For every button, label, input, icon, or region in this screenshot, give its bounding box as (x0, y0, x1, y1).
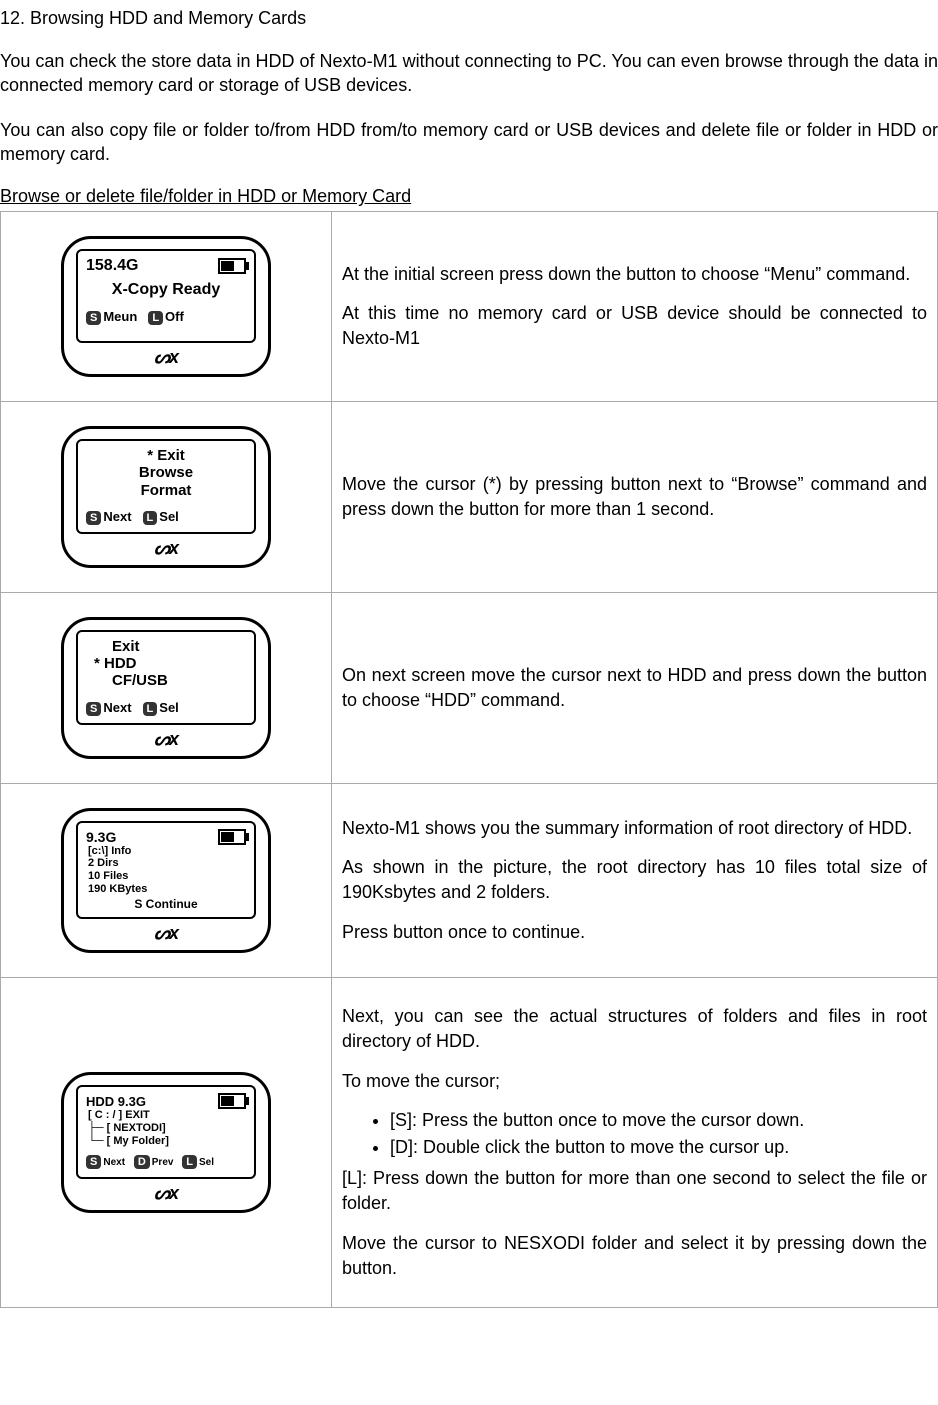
device-cell: 9.3G [c:\] Info 2 Dirs 10 Files 190 KByt… (1, 783, 332, 978)
table-row: HDD 9.3G [ C : / ] EXIT ├─ [ NEXTODI] └─… (1, 978, 938, 1308)
menu-item: Exit (94, 638, 246, 655)
s-badge: S (86, 702, 101, 716)
instruction-text: Move the cursor (*) by pressing button n… (342, 472, 927, 522)
d-badge: D (134, 1155, 150, 1169)
l-badge: L (143, 702, 158, 716)
instruction-cell: Nexto-M1 shows you the summary informati… (332, 783, 938, 978)
l-badge: L (182, 1155, 197, 1169)
table-row: Exit * HDD CF/USB SNext LSel ᔕx (1, 592, 938, 783)
device-screen: Exit * HDD CF/USB SNext LSel (76, 630, 256, 725)
device-screen: HDD 9.3G [ C : / ] EXIT ├─ [ NEXTODI] └─… (76, 1085, 256, 1179)
bullet-list: [S]: Press the button once to move the c… (342, 1108, 927, 1160)
d-badge-label: Prev (152, 1157, 174, 1168)
device-screen: * Exit Browse Format SNext LSel (76, 439, 256, 534)
device-frame: Exit * HDD CF/USB SNext LSel ᔕx (61, 617, 271, 759)
table-row: 9.3G [c:\] Info 2 Dirs 10 Files 190 KByt… (1, 783, 938, 978)
instruction-cell: Next, you can see the actual structures … (332, 978, 938, 1308)
menu-item: * Exit (86, 447, 246, 464)
table-row: * Exit Browse Format SNext LSel ᔕx (1, 402, 938, 593)
l-badge: L (143, 511, 158, 525)
instruction-text: At the initial screen press down the but… (342, 262, 927, 287)
brand-logo: ᔕx (76, 729, 256, 750)
s-badge-label: Next (103, 700, 131, 715)
instruction-cell: Move the cursor (*) by pressing button n… (332, 402, 938, 593)
menu-item: Format (86, 482, 246, 499)
l-badge-label: Off (165, 309, 184, 324)
brand-logo: ᔕx (76, 347, 256, 368)
list-item: [D]: Double click the button to move the… (390, 1135, 927, 1160)
brand-logo: ᔕx (76, 1183, 256, 1204)
instruction-text: On next screen move the cursor next to H… (342, 663, 927, 713)
battery-icon (218, 258, 246, 274)
device-screen: 158.4G X-Copy Ready SMeun LOff (76, 249, 256, 343)
instruction-text: Nexto-M1 shows you the summary informati… (342, 816, 927, 841)
device-cell: Exit * HDD CF/USB SNext LSel ᔕx (1, 592, 332, 783)
s-badge-label: Meun (103, 309, 137, 324)
info-line: [c:\] Info (88, 845, 246, 858)
section-title: 12. Browsing HDD and Memory Cards (0, 8, 938, 29)
list-item: [S]: Press the button once to move the c… (390, 1108, 927, 1133)
tree-line: [ C : / ] EXIT (88, 1109, 246, 1122)
instruction-text: At this time no memory card or USB devic… (342, 301, 927, 351)
battery-icon (218, 1093, 246, 1109)
device-screen: 9.3G [c:\] Info 2 Dirs 10 Files 190 KByt… (76, 821, 256, 920)
brand-logo: ᔕx (76, 538, 256, 559)
device-cell: HDD 9.3G [ C : / ] EXIT ├─ [ NEXTODI] └─… (1, 978, 332, 1308)
sub-header: Browse or delete file/folder in HDD or M… (0, 186, 938, 207)
menu-item: CF/USB (94, 672, 246, 689)
instruction-text: Move the cursor to NESXODI folder and se… (342, 1231, 927, 1281)
storage-label: 158.4G (86, 257, 138, 275)
s-badge-label: Next (103, 509, 131, 524)
info-line: 190 KBytes (88, 883, 246, 896)
device-frame: 158.4G X-Copy Ready SMeun LOff ᔕx (61, 236, 271, 377)
brand-logo: ᔕx (76, 923, 256, 944)
continue-label: S Continue (86, 897, 246, 911)
device-frame: * Exit Browse Format SNext LSel ᔕx (61, 426, 271, 568)
table-row: 158.4G X-Copy Ready SMeun LOff ᔕx (1, 212, 938, 402)
s-badge: S (86, 1155, 101, 1169)
l-badge-label: Sel (159, 700, 179, 715)
l-badge-label: Sel (159, 509, 179, 524)
device-cell: * Exit Browse Format SNext LSel ᔕx (1, 402, 332, 593)
instruction-text: To move the cursor; (342, 1069, 927, 1094)
instruction-text: [L]: Press down the button for more than… (342, 1166, 927, 1216)
instruction-text: Press button once to continue. (342, 920, 927, 945)
s-badge-label: Next (103, 1157, 125, 1168)
storage-label: 9.3G (86, 829, 116, 845)
info-line: 10 Files (88, 870, 246, 883)
intro-paragraph-2: You can also copy file or folder to/from… (0, 118, 938, 167)
battery-icon (218, 829, 246, 845)
instruction-text: As shown in the picture, the root direct… (342, 855, 927, 905)
menu-item: Browse (86, 464, 246, 481)
instruction-cell: At the initial screen press down the but… (332, 212, 938, 402)
s-badge: S (86, 511, 101, 525)
instruction-cell: On next screen move the cursor next to H… (332, 592, 938, 783)
instruction-text: Next, you can see the actual structures … (342, 1004, 927, 1054)
header-label: HDD 9.3G (86, 1094, 146, 1109)
info-line: 2 Dirs (88, 857, 246, 870)
device-frame: HDD 9.3G [ C : / ] EXIT ├─ [ NEXTODI] └─… (61, 1072, 271, 1213)
s-badge: S (86, 311, 101, 325)
tree-line: ├─ [ NEXTODI] (88, 1122, 246, 1135)
intro-paragraph-1: You can check the store data in HDD of N… (0, 49, 938, 98)
l-badge: L (148, 311, 163, 325)
menu-item: * HDD (94, 655, 246, 672)
device-cell: 158.4G X-Copy Ready SMeun LOff ᔕx (1, 212, 332, 402)
status-label: X-Copy Ready (86, 281, 246, 299)
device-frame: 9.3G [c:\] Info 2 Dirs 10 Files 190 KByt… (61, 808, 271, 954)
instruction-table: 158.4G X-Copy Ready SMeun LOff ᔕx (0, 211, 938, 1308)
tree-line: └─ [ My Folder] (88, 1135, 246, 1148)
l-badge-label: Sel (199, 1157, 214, 1168)
